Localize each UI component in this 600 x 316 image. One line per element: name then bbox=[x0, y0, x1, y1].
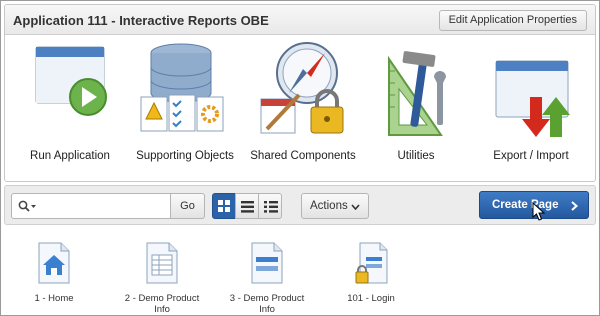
panel-header: Application 111 - Interactive Reports OB… bbox=[5, 5, 595, 35]
run-application-tile[interactable]: Run Application bbox=[11, 41, 129, 171]
page-label-home: 1 - Home bbox=[34, 293, 74, 304]
utilities-icon bbox=[388, 51, 446, 136]
supporting-objects-label: Supporting Objects bbox=[136, 150, 234, 162]
supporting-objects-tile[interactable]: Supporting Objects bbox=[126, 41, 244, 171]
edit-application-properties-button[interactable]: Edit Application Properties bbox=[438, 10, 587, 31]
supporting-objects-icon bbox=[140, 43, 224, 132]
icon-view-button[interactable] bbox=[212, 193, 236, 219]
form-page-icon bbox=[251, 242, 283, 284]
shared-components-icon bbox=[260, 42, 344, 134]
login-page-icon bbox=[355, 242, 388, 284]
actions-menu-button[interactable]: Actions bbox=[301, 193, 369, 219]
home-page-icon bbox=[38, 242, 70, 284]
utilities-label: Utilities bbox=[397, 150, 435, 162]
page-label-demo-product-info-3: 3 - Demo Product Info bbox=[229, 293, 305, 315]
view-mode-group bbox=[212, 193, 282, 219]
page-item-home[interactable]: 1 - Home bbox=[9, 241, 99, 304]
detail-list-icon bbox=[264, 201, 278, 213]
list-icon bbox=[241, 201, 254, 213]
go-button[interactable]: Go bbox=[171, 193, 205, 219]
create-page-label: Create Page bbox=[492, 199, 559, 211]
mouse-cursor-icon bbox=[532, 202, 546, 221]
chevron-down-icon bbox=[351, 204, 360, 210]
search-icon[interactable] bbox=[18, 200, 38, 213]
page-label-login: 101 - Login bbox=[347, 293, 395, 304]
search-input[interactable] bbox=[42, 196, 166, 216]
utilities-tile[interactable]: Utilities bbox=[357, 41, 475, 171]
export-import-tile[interactable]: Export / Import bbox=[472, 41, 590, 171]
search-box[interactable] bbox=[11, 193, 171, 219]
export-import-label: Export / Import bbox=[493, 150, 569, 162]
run-application-label: Run Application bbox=[30, 150, 110, 162]
shared-components-tile[interactable]: Shared Components bbox=[244, 41, 362, 171]
details-view-button[interactable] bbox=[235, 193, 259, 219]
report-page-icon bbox=[146, 242, 178, 284]
actions-label: Actions bbox=[310, 200, 348, 212]
application-home-window: Application 111 - Interactive Reports OB… bbox=[0, 0, 600, 316]
page-item-demo-product-info-2[interactable]: 2 - Demo Product Info bbox=[117, 241, 207, 315]
grid-icon bbox=[218, 200, 230, 212]
run-application-icon bbox=[35, 46, 107, 116]
create-page-button[interactable]: Create Page bbox=[479, 191, 589, 221]
page-item-demo-product-info-3[interactable]: 3 - Demo Product Info bbox=[222, 241, 312, 315]
pages-toolbar: Go Actions Create Page bbox=[4, 185, 596, 225]
page-label-demo-product-info-2: 2 - Demo Product Info bbox=[124, 293, 200, 315]
application-title: Application 111 - Interactive Reports OB… bbox=[13, 13, 269, 28]
export-import-icon bbox=[495, 60, 570, 137]
application-tasks-panel: Application 111 - Interactive Reports OB… bbox=[4, 4, 596, 182]
page-item-login[interactable]: 101 - Login bbox=[326, 241, 416, 304]
shared-components-label: Shared Components bbox=[250, 150, 356, 162]
report-view-button[interactable] bbox=[258, 193, 282, 219]
chevron-right-icon bbox=[571, 201, 578, 211]
